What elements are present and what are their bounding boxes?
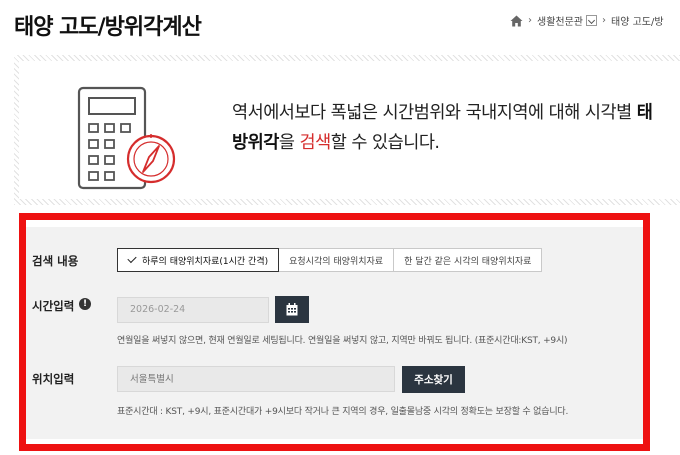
tab-daily-hourly[interactable]: 하루의 태양위치자료(1시간 간격) (117, 248, 280, 272)
intro-line-2: 방위각을 검색할 수 있습니다. (232, 128, 652, 158)
breadcrumb-item-level2[interactable]: 태양 고도/방 (611, 13, 664, 28)
intro-description: 역서에서보다 폭넓은 시간범위와 국내지역에 대해 시각별 태 방위각을 검색할… (232, 98, 653, 158)
intro-line-1: 역서에서보다 폭넓은 시간범위와 국내지역에 대해 시각별 태 (232, 98, 653, 128)
intro-line2-red: 검색 (299, 133, 331, 153)
breadcrumb-separator: › (602, 15, 606, 26)
intro-line2-mid: 을 (278, 133, 300, 153)
tab-label: 하루의 태양위치자료(1시간 간격) (142, 256, 269, 267)
home-icon[interactable] (510, 15, 523, 27)
breadcrumb: › 생활천문관 › 태양 고도/방 (510, 13, 664, 28)
intro-line1-bold: 태 (636, 103, 653, 123)
breadcrumb-separator: › (528, 15, 532, 26)
chevron-down-icon[interactable] (586, 15, 597, 26)
intro-line2-bold: 방위각 (232, 133, 279, 153)
intro-banner: 역서에서보다 폭넓은 시간범위와 국내지역에 대해 시각별 태 방위각을 검색할… (14, 55, 680, 205)
breadcrumb-item-level1[interactable]: 생활천문관 (537, 13, 583, 28)
page-title: 태양 고도/방위각계산 (14, 15, 202, 40)
highlight-frame (19, 213, 650, 451)
intro-line1-text: 역서에서보다 폭넓은 시간범위와 국내지역에 대해 시각별 (232, 103, 637, 123)
check-icon (127, 253, 137, 264)
intro-line2-suffix: 할 수 있습니다. (330, 133, 440, 153)
calculator-compass-icon (77, 86, 176, 190)
